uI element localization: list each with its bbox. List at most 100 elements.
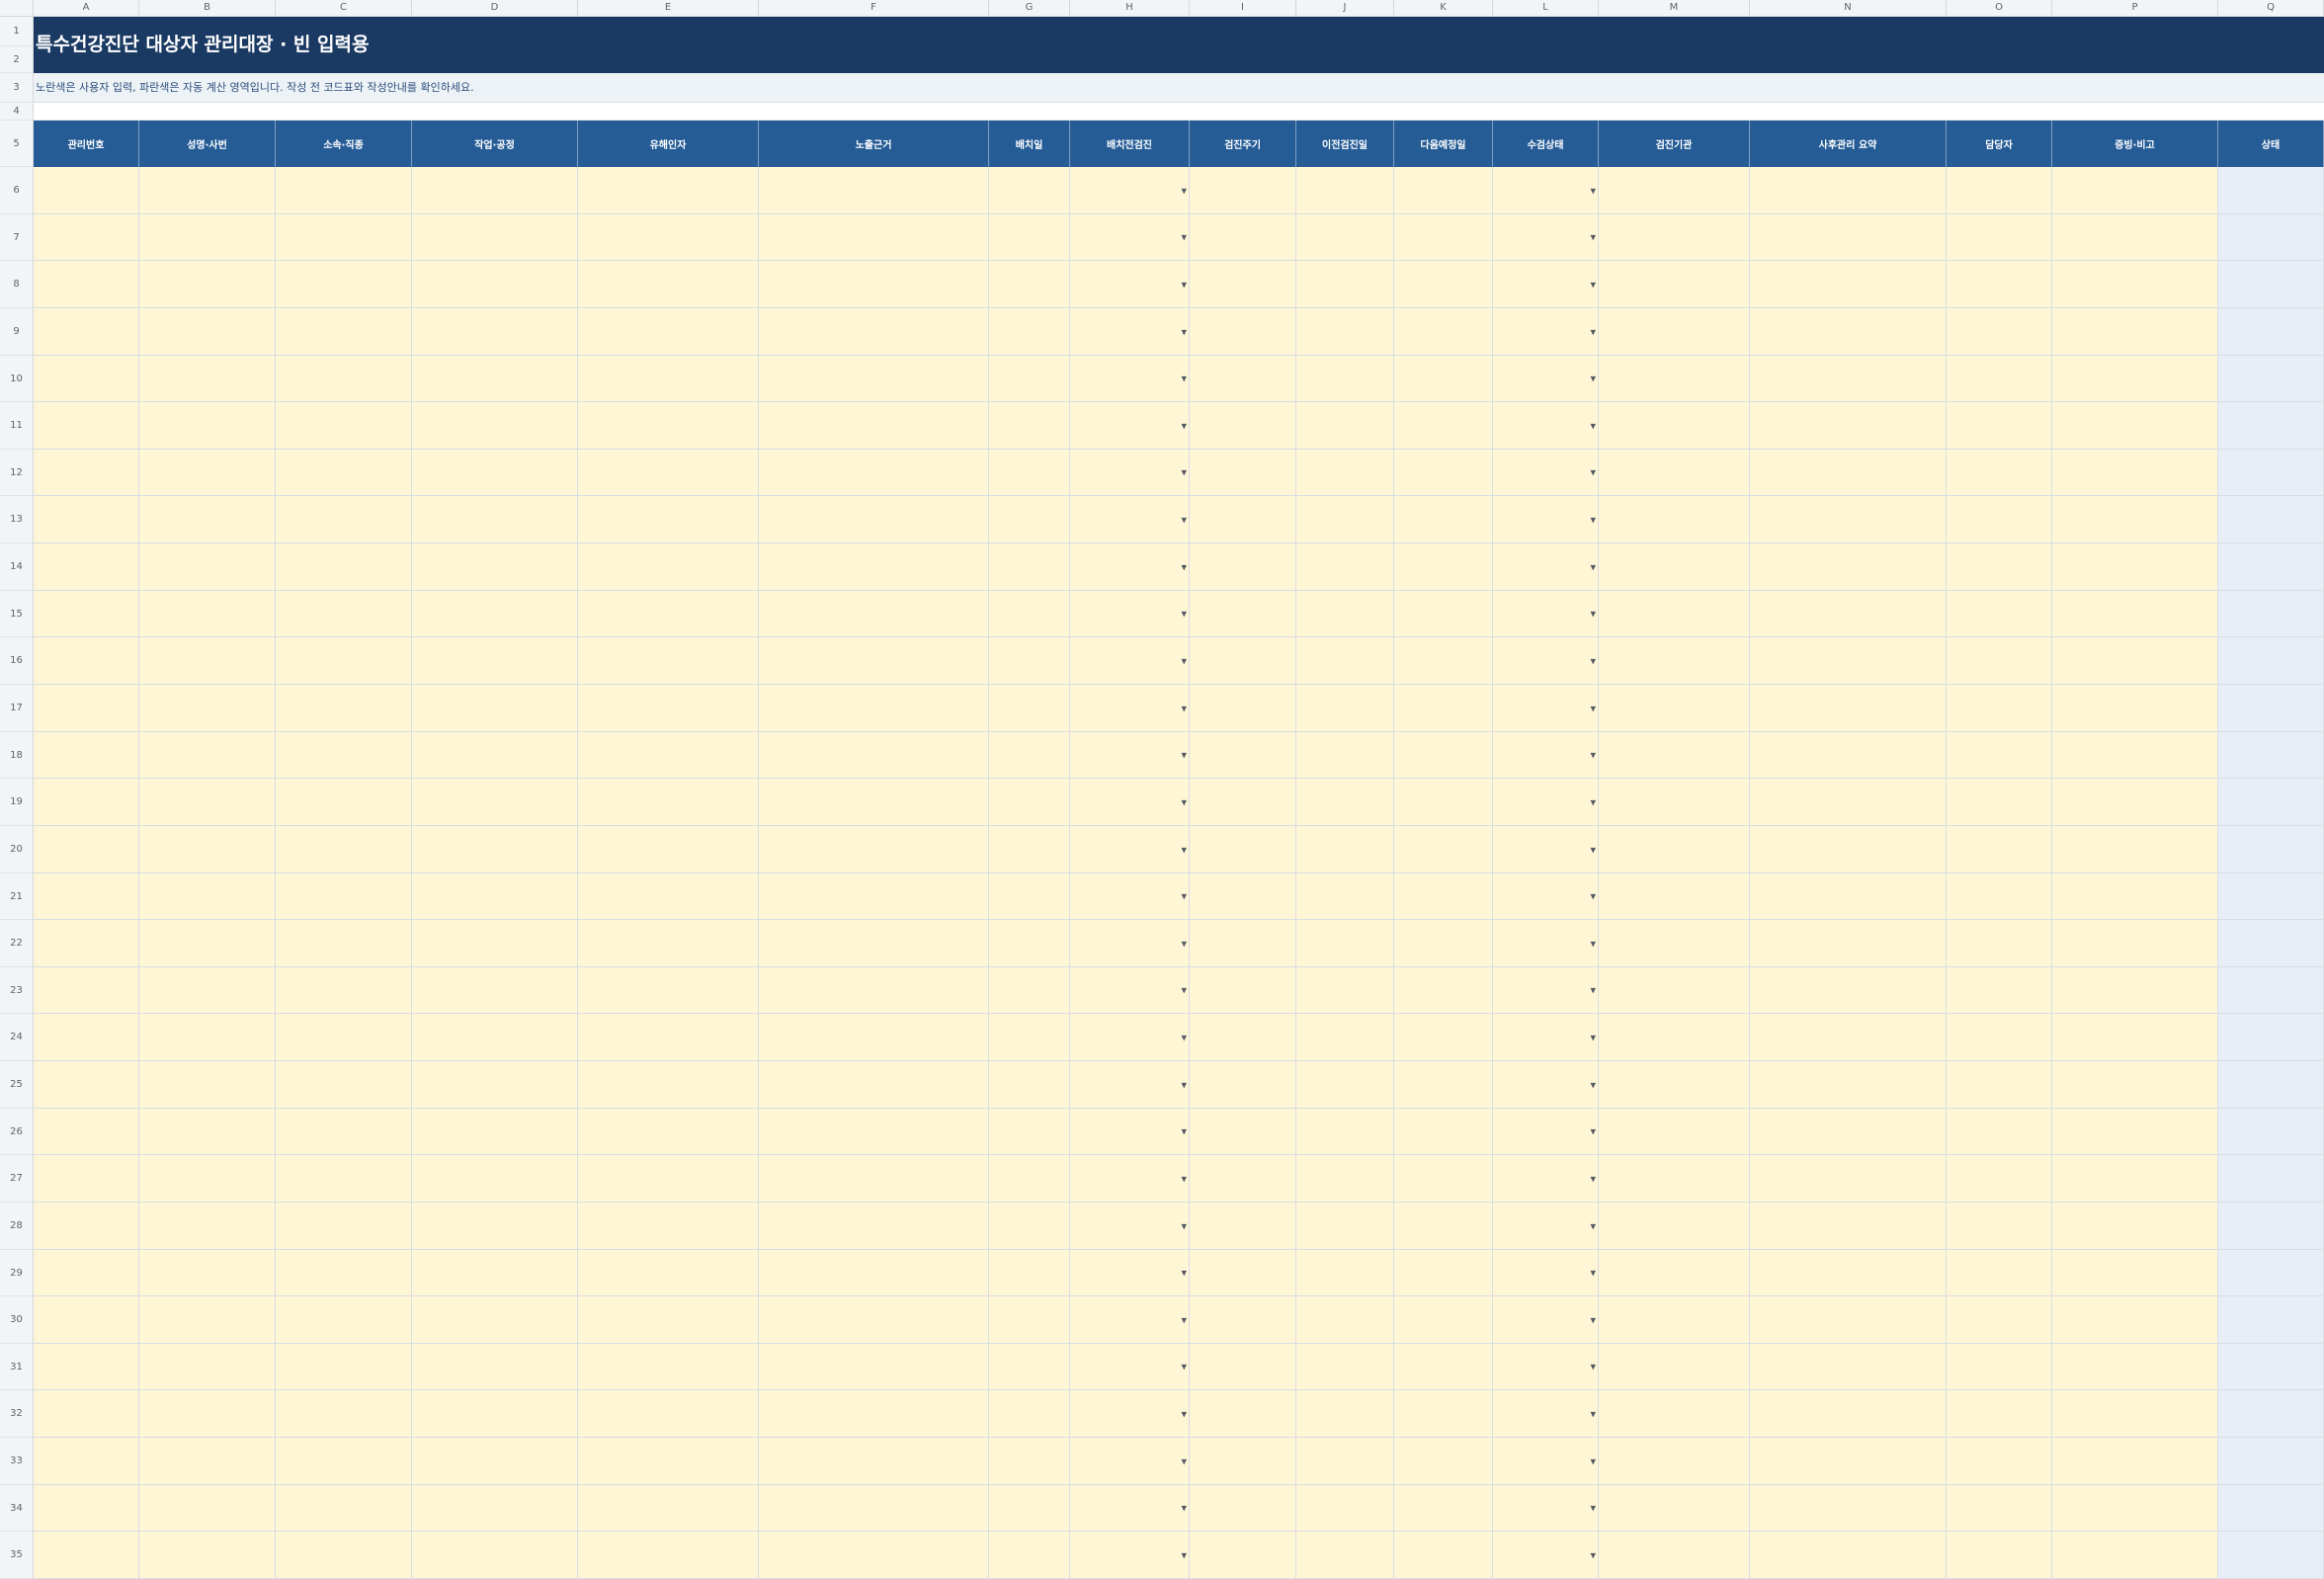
input-cell-b25[interactable] <box>139 1061 276 1109</box>
row-header-21[interactable]: 21 <box>0 873 34 920</box>
input-cell-b33[interactable] <box>139 1438 276 1485</box>
input-cell-n17[interactable] <box>1750 685 1947 732</box>
input-cell-j12[interactable] <box>1296 450 1394 496</box>
input-cell-g34[interactable] <box>989 1485 1070 1532</box>
input-cell-c31[interactable] <box>276 1344 412 1390</box>
col-header-p[interactable]: P <box>2052 0 2218 17</box>
input-cell-a6[interactable] <box>34 167 139 214</box>
input-cell-p19[interactable] <box>2052 779 2218 826</box>
input-cell-j19[interactable] <box>1296 779 1394 826</box>
dropdown-cell-l6[interactable] <box>1493 167 1599 214</box>
input-cell-e19[interactable] <box>578 779 759 826</box>
input-cell-g23[interactable] <box>989 967 1070 1014</box>
input-cell-n33[interactable] <box>1750 1438 1947 1485</box>
input-cell-m20[interactable] <box>1599 826 1750 873</box>
input-cell-b31[interactable] <box>139 1344 276 1390</box>
input-cell-m25[interactable] <box>1599 1061 1750 1109</box>
input-cell-m24[interactable] <box>1599 1014 1750 1061</box>
input-cell-p12[interactable] <box>2052 450 2218 496</box>
input-cell-d26[interactable] <box>412 1109 578 1155</box>
dropdown-cell-l12[interactable] <box>1493 450 1599 496</box>
input-cell-n16[interactable] <box>1750 637 1947 685</box>
input-cell-f24[interactable] <box>759 1014 989 1061</box>
input-cell-b11[interactable] <box>139 402 276 450</box>
dropdown-cell-l32[interactable] <box>1493 1390 1599 1438</box>
input-cell-o9[interactable] <box>1947 308 2052 356</box>
input-cell-o21[interactable] <box>1947 873 2052 920</box>
row-header-32[interactable]: 32 <box>0 1390 34 1438</box>
input-cell-g28[interactable] <box>989 1203 1070 1250</box>
col-header-g[interactable]: G <box>989 0 1070 17</box>
input-cell-p24[interactable] <box>2052 1014 2218 1061</box>
input-cell-a28[interactable] <box>34 1203 139 1250</box>
input-cell-o10[interactable] <box>1947 356 2052 402</box>
input-cell-i19[interactable] <box>1190 779 1296 826</box>
input-cell-b26[interactable] <box>139 1109 276 1155</box>
col-header-b[interactable]: B <box>139 0 276 17</box>
input-cell-f33[interactable] <box>759 1438 989 1485</box>
input-cell-a7[interactable] <box>34 214 139 261</box>
input-cell-n9[interactable] <box>1750 308 1947 356</box>
input-cell-j33[interactable] <box>1296 1438 1394 1485</box>
input-cell-b23[interactable] <box>139 967 276 1014</box>
dropdown-cell-l18[interactable] <box>1493 732 1599 779</box>
auto-cell-q16[interactable] <box>2218 637 2324 685</box>
input-cell-p14[interactable] <box>2052 543 2218 591</box>
input-cell-b14[interactable] <box>139 543 276 591</box>
input-cell-n27[interactable] <box>1750 1155 1947 1203</box>
input-cell-p33[interactable] <box>2052 1438 2218 1485</box>
input-cell-g17[interactable] <box>989 685 1070 732</box>
input-cell-b9[interactable] <box>139 308 276 356</box>
input-cell-o35[interactable] <box>1947 1532 2052 1579</box>
input-cell-g30[interactable] <box>989 1296 1070 1344</box>
row-header-28[interactable]: 28 <box>0 1203 34 1250</box>
row-header-24[interactable]: 24 <box>0 1014 34 1061</box>
dropdown-cell-l11[interactable] <box>1493 402 1599 450</box>
input-cell-p32[interactable] <box>2052 1390 2218 1438</box>
input-cell-e27[interactable] <box>578 1155 759 1203</box>
input-cell-g9[interactable] <box>989 308 1070 356</box>
input-cell-f29[interactable] <box>759 1250 989 1296</box>
input-cell-i26[interactable] <box>1190 1109 1296 1155</box>
input-cell-k21[interactable] <box>1394 873 1493 920</box>
input-cell-k19[interactable] <box>1394 779 1493 826</box>
dropdown-cell-h26[interactable] <box>1070 1109 1190 1155</box>
input-cell-j13[interactable] <box>1296 496 1394 543</box>
input-cell-f34[interactable] <box>759 1485 989 1532</box>
row-header-3[interactable]: 3 <box>0 73 34 103</box>
input-cell-a8[interactable] <box>34 261 139 308</box>
row-header-17[interactable]: 17 <box>0 685 34 732</box>
input-cell-a16[interactable] <box>34 637 139 685</box>
auto-cell-q20[interactable] <box>2218 826 2324 873</box>
input-cell-b34[interactable] <box>139 1485 276 1532</box>
input-cell-g31[interactable] <box>989 1344 1070 1390</box>
input-cell-k27[interactable] <box>1394 1155 1493 1203</box>
input-cell-g6[interactable] <box>989 167 1070 214</box>
input-cell-d29[interactable] <box>412 1250 578 1296</box>
input-cell-d14[interactable] <box>412 543 578 591</box>
dropdown-cell-h32[interactable] <box>1070 1390 1190 1438</box>
input-cell-b22[interactable] <box>139 920 276 967</box>
input-cell-g25[interactable] <box>989 1061 1070 1109</box>
input-cell-i6[interactable] <box>1190 167 1296 214</box>
input-cell-g10[interactable] <box>989 356 1070 402</box>
input-cell-i24[interactable] <box>1190 1014 1296 1061</box>
input-cell-i11[interactable] <box>1190 402 1296 450</box>
auto-cell-q34[interactable] <box>2218 1485 2324 1532</box>
input-cell-d20[interactable] <box>412 826 578 873</box>
input-cell-d11[interactable] <box>412 402 578 450</box>
input-cell-e13[interactable] <box>578 496 759 543</box>
input-cell-d21[interactable] <box>412 873 578 920</box>
input-cell-p34[interactable] <box>2052 1485 2218 1532</box>
input-cell-m6[interactable] <box>1599 167 1750 214</box>
input-cell-j34[interactable] <box>1296 1485 1394 1532</box>
input-cell-n11[interactable] <box>1750 402 1947 450</box>
input-cell-c16[interactable] <box>276 637 412 685</box>
input-cell-e21[interactable] <box>578 873 759 920</box>
dropdown-cell-l7[interactable] <box>1493 214 1599 261</box>
input-cell-f10[interactable] <box>759 356 989 402</box>
input-cell-e15[interactable] <box>578 591 759 637</box>
input-cell-e6[interactable] <box>578 167 759 214</box>
input-cell-j32[interactable] <box>1296 1390 1394 1438</box>
input-cell-n23[interactable] <box>1750 967 1947 1014</box>
